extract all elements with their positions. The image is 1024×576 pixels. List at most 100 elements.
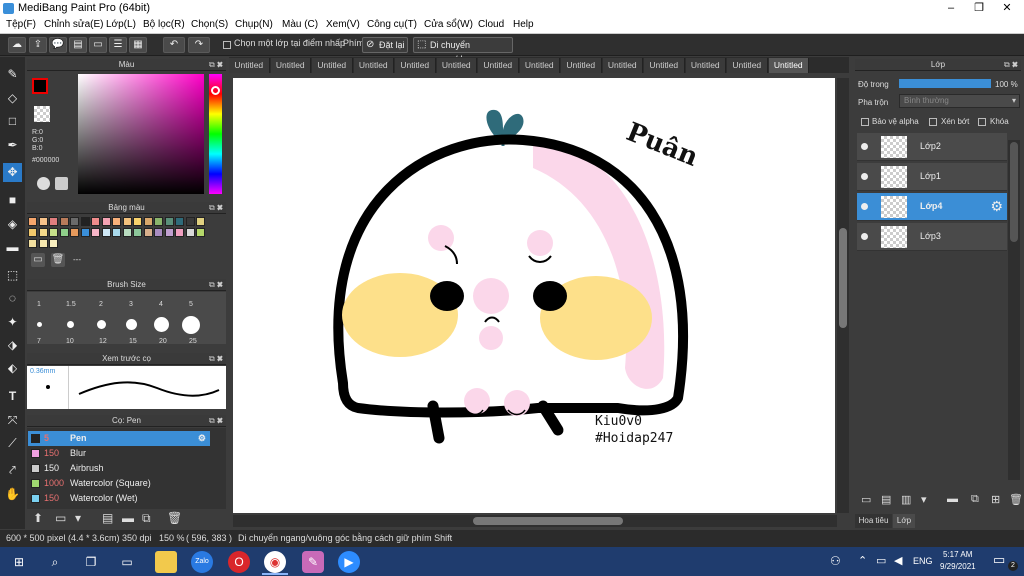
palette-swatch[interactable]	[80, 228, 90, 237]
task-view-icon[interactable]: ❐	[80, 551, 102, 573]
menu-tools[interactable]: Công cụ(T)	[367, 19, 417, 30]
size-option-10[interactable]	[67, 321, 74, 328]
list-icon[interactable]: ☰	[109, 37, 127, 53]
menu-view[interactable]: Xem(V)	[326, 19, 360, 30]
menu-color[interactable]: Màu (C)	[282, 19, 318, 30]
volume-icon[interactable]: ◀	[894, 554, 902, 567]
tab-untitled[interactable]: Untitled	[395, 58, 436, 73]
undo-icon[interactable]: ↶	[163, 37, 185, 53]
tab-untitled[interactable]: Untitled	[519, 58, 560, 73]
palette-swatch[interactable]	[28, 239, 37, 248]
palette-swatch[interactable]	[38, 228, 48, 237]
new-layer-icon[interactable]: ▭	[861, 493, 871, 506]
layer-row[interactable]: Lớp1	[857, 163, 1007, 191]
layer-row[interactable]: Lớp3	[857, 223, 1007, 251]
brush-item[interactable]: 150 Airbrush	[28, 461, 210, 476]
palette-swatch[interactable]	[101, 228, 111, 237]
windows-start-icon[interactable]: ⊞	[8, 551, 30, 573]
maximize-button[interactable]: ❐	[964, 0, 994, 17]
text-tool-icon[interactable]: T	[3, 387, 22, 406]
new-layer-1bit-icon[interactable]: ▥	[901, 493, 911, 506]
palette-swatch[interactable]	[38, 239, 48, 248]
palette-swatch[interactable]	[59, 228, 69, 237]
clock-date[interactable]: 9/29/2021	[940, 562, 976, 571]
palette-swatch[interactable]	[133, 228, 142, 237]
palette-swatch[interactable]	[49, 217, 58, 226]
drawing-canvas[interactable]: Puân Kiu0v0 #Hoidap247	[233, 78, 835, 513]
redo-icon[interactable]: ↷	[188, 37, 210, 53]
clock-time[interactable]: 5:17 AM	[943, 550, 972, 559]
palette-swatch[interactable]	[70, 217, 79, 226]
brush-copy-icon[interactable]: ⧉	[142, 511, 151, 526]
menu-file[interactable]: Tệp(F)	[6, 19, 36, 30]
magic-wand-icon[interactable]: ✦	[3, 313, 22, 332]
horizontal-scroll-thumb[interactable]	[473, 517, 623, 525]
transparent-swatch[interactable]	[34, 106, 50, 122]
folder-icon[interactable]	[155, 551, 177, 573]
brush-item[interactable]: 150 Watercolor (Wet)	[28, 491, 210, 506]
panel-close-icon[interactable]: ⧉ ✖	[209, 279, 223, 291]
palette-swatch[interactable]	[28, 228, 37, 237]
protect-alpha-checkbox[interactable]	[861, 118, 869, 126]
menu-capture[interactable]: Chụp(N)	[235, 19, 273, 30]
add-brush-icon[interactable]: ⬆	[33, 511, 43, 525]
operation-tool-icon[interactable]: ⤧	[3, 411, 22, 430]
eyedropper-icon[interactable]: ⤤	[3, 461, 22, 480]
palette-swatch[interactable]	[164, 217, 174, 226]
opacity-slider[interactable]	[899, 79, 991, 88]
layer-row[interactable]: Lớp2	[857, 133, 1007, 161]
palette-swatch[interactable]	[143, 217, 153, 226]
palette-swatch[interactable]	[143, 228, 153, 237]
panel-close-icon[interactable]: ⧉ ✖	[209, 202, 223, 214]
brush-delete-icon[interactable]: 🗑	[167, 511, 182, 525]
palette-swatch[interactable]	[80, 217, 90, 226]
vertical-scrollbar[interactable]	[837, 78, 849, 513]
palette-swatch[interactable]	[59, 217, 69, 226]
saturation-value-picker[interactable]	[78, 74, 204, 194]
dropper-tool-icon[interactable]: ⟋	[3, 434, 22, 453]
folder-icon[interactable]: ▬	[947, 493, 958, 505]
hue-handle[interactable]	[211, 86, 220, 95]
palette-swatch[interactable]	[196, 228, 205, 237]
palette-swatch[interactable]	[185, 217, 195, 226]
select-pen-icon[interactable]: ⬗	[3, 336, 22, 355]
brush-item[interactable]: 5 Pen ⚙	[28, 431, 210, 446]
lock-checkbox[interactable]	[978, 118, 986, 126]
brush-folder-icon[interactable]: ▬	[122, 511, 134, 525]
palette-swatch[interactable]	[91, 228, 100, 237]
eraser-tool-icon[interactable]: ◇	[3, 89, 22, 108]
horizontal-scrollbar[interactable]	[233, 515, 837, 527]
palette-swatch[interactable]	[154, 217, 163, 226]
minimize-button[interactable]: –	[936, 0, 966, 17]
brush-settings-icon[interactable]: ▤	[102, 511, 113, 525]
bucket-tool-icon[interactable]: ◈	[3, 215, 22, 234]
panel-close-icon[interactable]: ⧉ ✖	[209, 353, 223, 365]
size-option-15[interactable]	[126, 319, 137, 330]
network-icon[interactable]: ▭	[876, 554, 886, 567]
layer-scrollbar[interactable]	[1008, 140, 1020, 480]
gear-icon[interactable]: ⚙	[198, 431, 206, 446]
tab-navigator[interactable]: Hoa tiêu	[855, 514, 892, 528]
panel-close-icon[interactable]: ⧉ ✖	[209, 59, 223, 71]
size-option-20[interactable]	[154, 317, 169, 332]
palette-swatch[interactable]	[91, 217, 100, 226]
tab-untitled[interactable]: Untitled	[644, 58, 685, 73]
layer-scroll-thumb[interactable]	[1010, 142, 1018, 242]
new-layer-8bit-icon[interactable]: ▤	[881, 493, 891, 506]
size-option-12[interactable]	[97, 320, 106, 329]
hand-tool-icon[interactable]: ✋	[3, 485, 22, 504]
tab-layers[interactable]: Lớp	[893, 514, 915, 528]
pen-tool-icon[interactable]: ✒	[3, 136, 22, 155]
notification-icon[interactable]: ▭	[993, 552, 1005, 568]
people-icon[interactable]: ⚇	[830, 554, 841, 568]
tab-untitled[interactable]: Untitled	[685, 58, 726, 73]
tab-untitled[interactable]: Untitled	[602, 58, 643, 73]
tab-untitled[interactable]: Untitled	[270, 58, 311, 73]
tab-untitled[interactable]: Untitled	[229, 58, 270, 73]
palette-swatch[interactable]	[154, 228, 163, 237]
layer-menu-icon[interactable]: ▾	[921, 493, 927, 506]
eye-icon[interactable]	[861, 143, 868, 150]
eye-icon[interactable]	[861, 173, 868, 180]
palette-swatch[interactable]	[112, 217, 121, 226]
menu-select[interactable]: Chọn(S)	[191, 19, 228, 30]
